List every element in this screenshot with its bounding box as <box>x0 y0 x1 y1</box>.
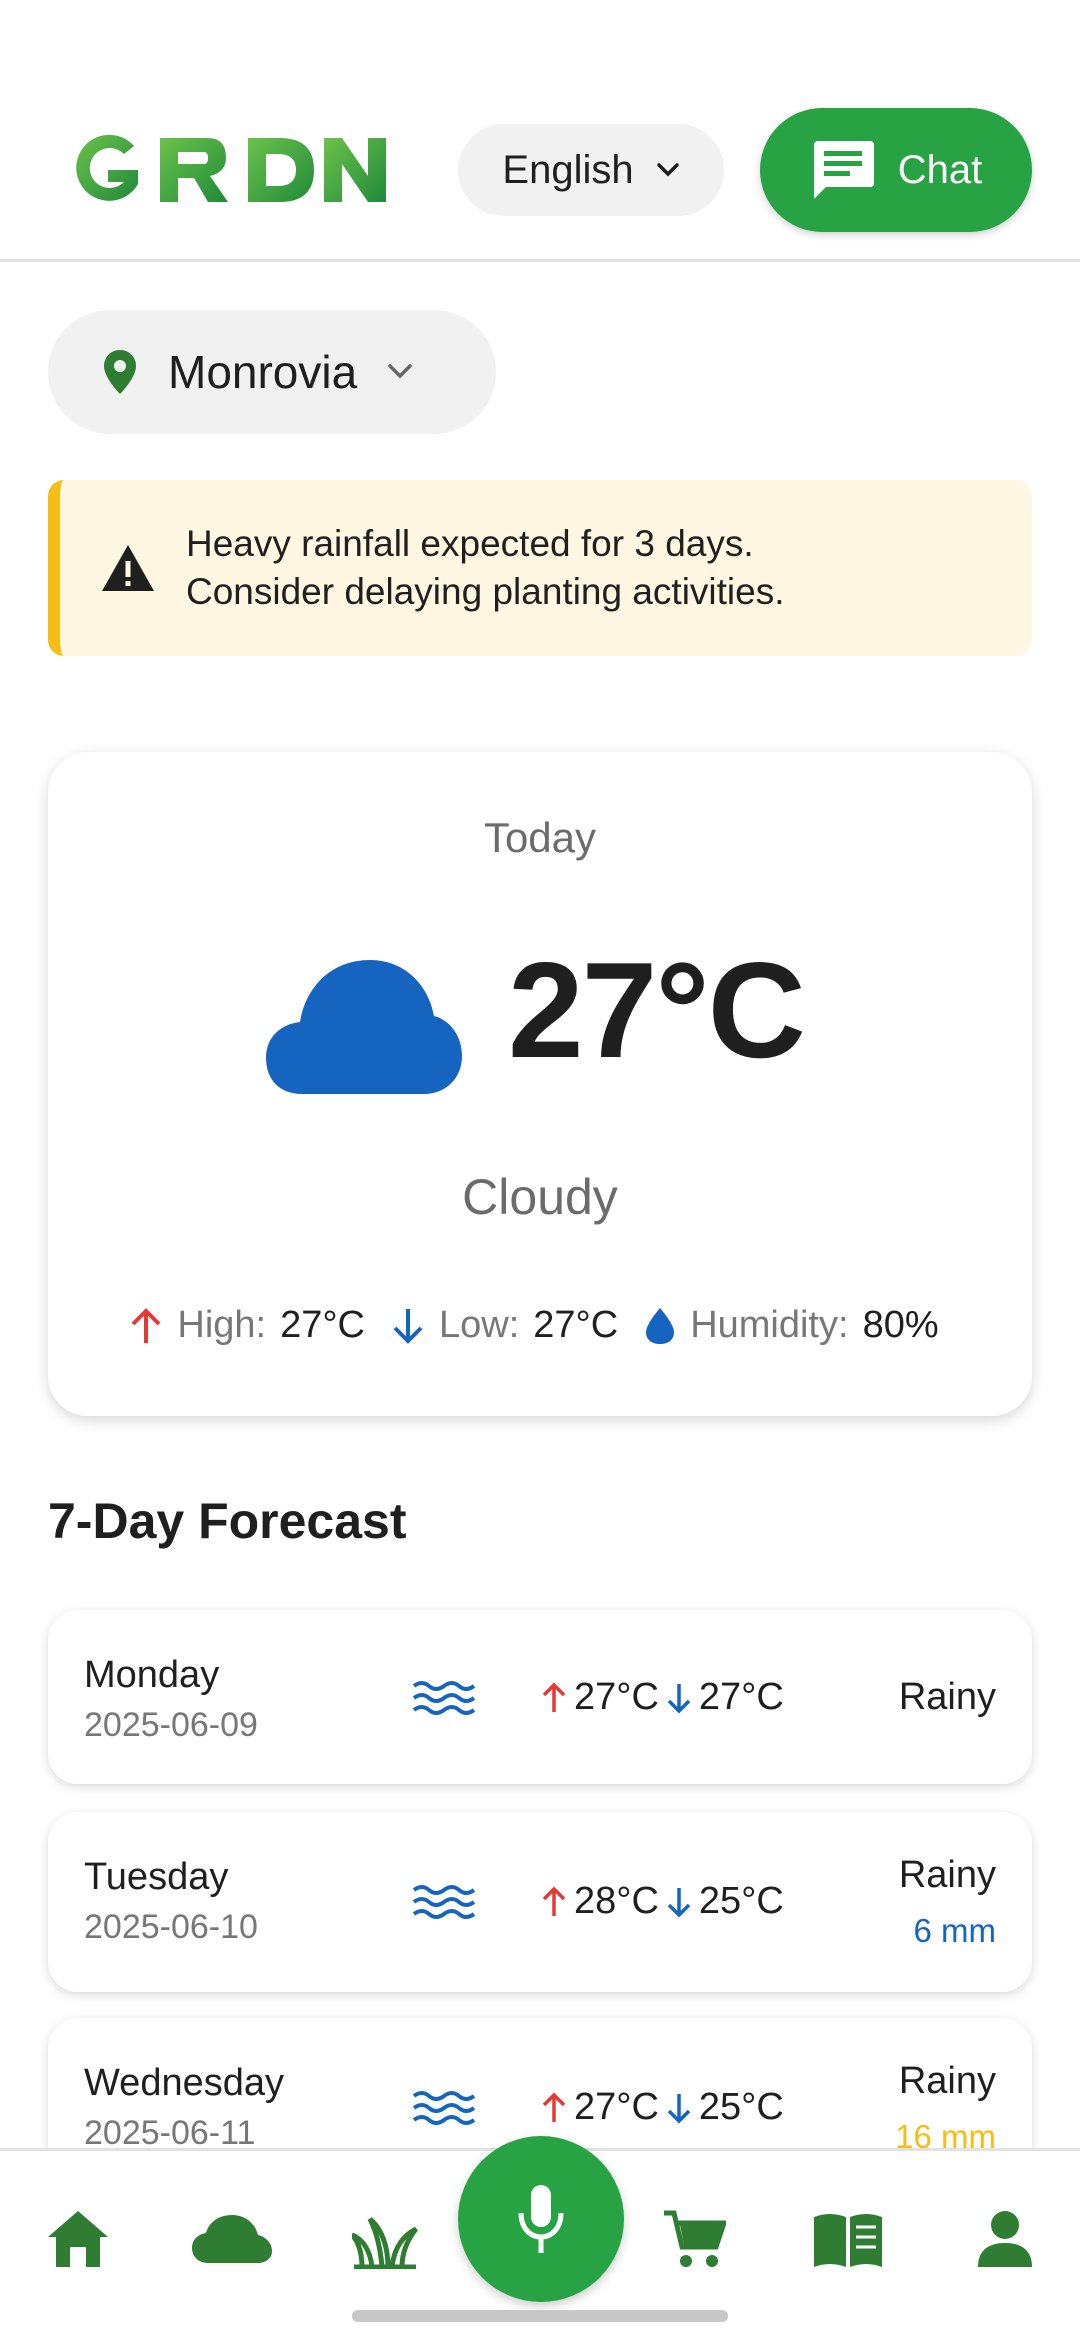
arrow-up-icon <box>131 1307 161 1343</box>
forecast-condition: Rainy <box>898 1676 996 1718</box>
app-header: English Chat <box>0 0 1080 262</box>
arrow-up-icon <box>542 2092 566 2122</box>
low-value: 27°C <box>533 1304 619 1346</box>
forecast-condition: Rainy <box>898 1854 996 1896</box>
forecast-day: Tuesday <box>84 1856 229 1898</box>
forecast-high: 27°C <box>574 1676 659 1718</box>
forecast-date: 2025-06-09 <box>84 1706 258 1744</box>
rain-waves-icon <box>412 1885 476 1919</box>
current-temperature: 27°C <box>508 934 806 1086</box>
location-name: Monrovia <box>168 346 358 398</box>
home-indicator <box>352 2310 728 2322</box>
chat-label: Chat <box>897 147 983 192</box>
forecast-title: 7-Day Forecast <box>48 1493 407 1549</box>
chat-icon <box>813 141 874 199</box>
profile-icon[interactable] <box>976 2209 1034 2267</box>
warning-icon <box>102 545 154 591</box>
forecast-row[interactable]: Monday 2025-06-09 27°C 27°C Rainy <box>48 1610 1032 1784</box>
cart-icon[interactable] <box>662 2209 726 2269</box>
location-pin-icon <box>104 350 136 394</box>
rain-waves-icon <box>412 1681 476 1715</box>
guide-book-icon[interactable] <box>812 2209 884 2269</box>
forecast-low: 25°C <box>698 1880 784 1922</box>
forecast-temps: 28°C 25°C <box>540 1880 784 1923</box>
high-label: High: <box>177 1304 267 1346</box>
low-label: Low: <box>439 1304 520 1346</box>
language-selector[interactable]: English <box>458 124 724 216</box>
forecast-high: 27°C <box>574 2086 659 2128</box>
forecast-condition: Rainy <box>898 2060 996 2102</box>
forecast-temps: 27°C 25°C <box>540 2086 784 2129</box>
humidity-label: Humidity: <box>690 1304 849 1346</box>
home-icon[interactable] <box>46 2209 110 2269</box>
arrow-up-icon <box>542 1886 566 1916</box>
alert-line-1: Heavy rainfall expected for 3 days. <box>186 523 754 564</box>
forecast-high: 28°C <box>574 1880 659 1922</box>
forecast-low: 27°C <box>698 1676 784 1718</box>
today-stats: High: 27°C Low: 27°C Humidity: 80% <box>48 1304 1032 1347</box>
arrow-down-icon <box>393 1308 423 1344</box>
rain-waves-icon <box>412 2091 476 2125</box>
chevron-down-icon <box>656 163 679 177</box>
arrow-down-icon <box>667 1887 691 1917</box>
voice-input-button[interactable] <box>458 2136 624 2302</box>
forecast-date: 2025-06-10 <box>84 1908 258 1946</box>
today-weather-card: Today 27°C Cloudy High: 27°C Low: 27°C H… <box>48 752 1032 1416</box>
grdn-logo <box>76 134 386 202</box>
forecast-day: Monday <box>84 1654 220 1696</box>
alert-line-2: Consider delaying planting activities. <box>186 571 785 612</box>
water-drop-icon <box>646 1307 675 1344</box>
chevron-down-icon <box>388 364 412 379</box>
weather-icon[interactable] <box>192 2215 272 2265</box>
today-label: Today <box>483 814 597 861</box>
high-value: 27°C <box>280 1304 365 1346</box>
cloud-icon <box>266 960 462 1094</box>
chat-button[interactable]: Chat <box>760 108 1032 232</box>
forecast-day: Wednesday <box>84 2062 284 2104</box>
forecast-temps: 27°C 27°C <box>540 1676 784 1719</box>
arrow-up-icon <box>542 1682 566 1712</box>
crops-icon[interactable] <box>352 2209 418 2269</box>
arrow-down-icon <box>667 1683 691 1713</box>
microphone-icon <box>518 2185 564 2253</box>
language-label: English <box>502 147 634 192</box>
current-condition: Cloudy <box>462 1169 618 1225</box>
forecast-low: 25°C <box>698 2086 784 2128</box>
location-selector[interactable]: Monrovia <box>48 310 496 434</box>
forecast-row[interactable]: Tuesday 2025-06-10 28°C 25°C Rainy 6 mm <box>48 1812 1032 1992</box>
forecast-rain-amount: 6 mm <box>913 1912 997 1949</box>
humidity-value: 80% <box>862 1304 939 1346</box>
weather-alert-banner: Heavy rainfall expected for 3 days. Cons… <box>48 480 1032 656</box>
arrow-down-icon <box>667 2093 691 2123</box>
